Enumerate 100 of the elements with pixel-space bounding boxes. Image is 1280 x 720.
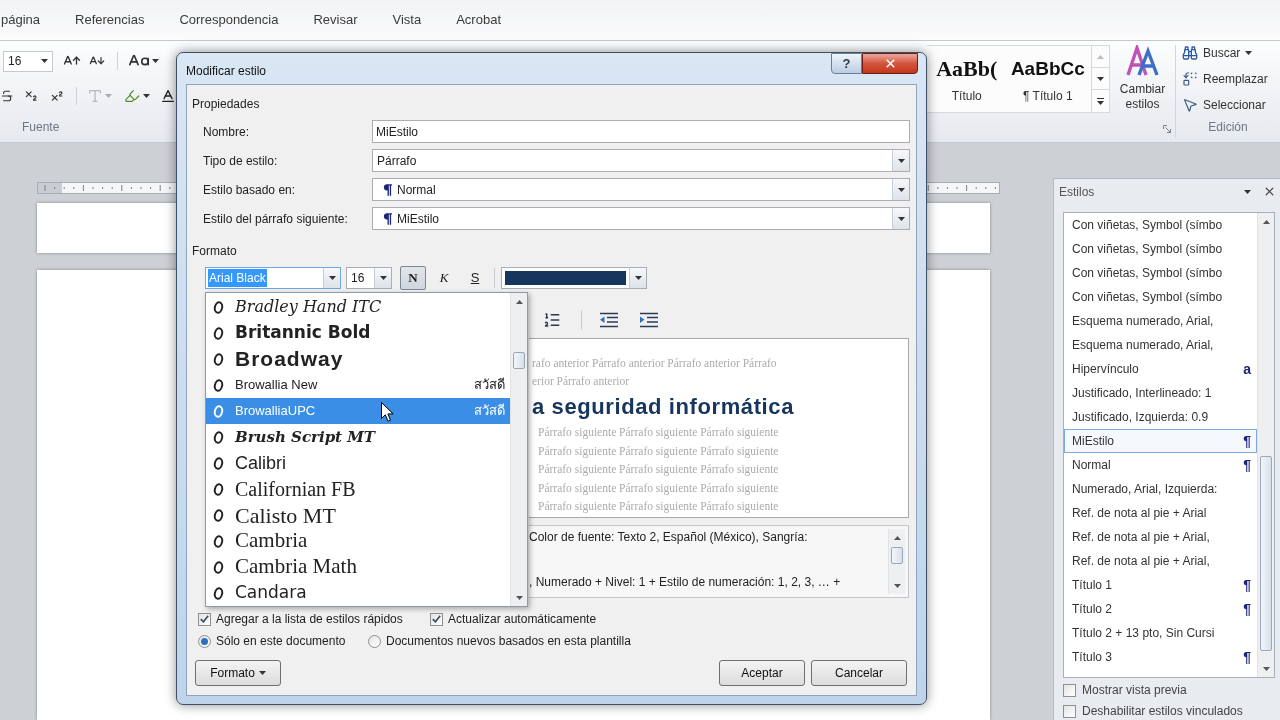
style-list-item[interactable]: Justificado, Interlineado: 1 [1064,381,1257,405]
font-list-scrollbar[interactable] [510,293,527,606]
format-toggle-button[interactable]: S [462,266,488,290]
style-list-scrollbar[interactable] [1257,213,1274,677]
ribbon-tab[interactable]: Acrobat [455,10,502,30]
style-list-item[interactable]: Hipervínculo a [1064,357,1257,381]
ribbon-command-button[interactable]: Buscar [1182,41,1280,65]
dialog-button[interactable]: Cancelar [811,660,907,686]
scrollbar-thumb[interactable] [513,352,525,369]
checkbox[interactable] [1063,683,1076,697]
style-name-label[interactable]: Título [951,87,982,105]
style-list-item[interactable]: Ref. de nota al pie + Arial, [1064,549,1257,573]
font-list-item[interactable]: Browallia New สวัสดี [206,372,511,398]
font-list-item[interactable]: Britannic Bold [206,320,511,346]
dropdown-button[interactable] [374,268,391,288]
style-sample-text[interactable]: AaBbCc [1010,46,1085,82]
style-list-item[interactable]: Título 2 + 13 pto, Sin Cursi [1064,621,1257,645]
font-list-item[interactable]: Calibri [206,450,511,476]
style-name-label[interactable]: ¶ Título 1 [1023,87,1073,105]
dropdown-button[interactable] [629,268,646,288]
ribbon-tab[interactable]: Referencias [74,10,146,30]
checkbox[interactable] [1063,704,1076,718]
font-list-item[interactable]: Cambria Math [206,554,511,580]
preview-text: Párrafo siguiente Párrafo siguiente Párrafo siguiente [538,462,780,478]
close-icon[interactable] [1263,185,1276,198]
style-list-item[interactable]: Justificado, Izquierda: 0.9 [1064,405,1257,429]
font-color-icon[interactable] [159,87,176,105]
style-list-item[interactable]: Con viñetas, Symbol (símbo [1064,213,1257,237]
style-list-item[interactable]: Con viñetas, Symbol (símbo [1064,285,1257,309]
dropdown-field[interactable]: Normal [372,178,910,201]
dropdown-button[interactable] [323,268,340,288]
font-list-item[interactable]: Bradley Hand ITC [206,294,511,320]
dropdown-button[interactable] [892,208,909,229]
style-list-item[interactable]: Ref. de nota al pie + Arial [1064,501,1257,525]
group-label: Edición [1207,119,1249,136]
style-list-item[interactable]: MiEstilo ¶ [1064,429,1257,453]
description-scrollbar[interactable] [888,529,905,594]
strikethrough-icon[interactable] [0,88,15,104]
preview-sample-text: a seguridad informática [532,394,795,420]
ribbon-tab[interactable]: página [0,10,42,30]
subscript-icon[interactable] [24,88,39,104]
font-list-item[interactable]: Cambria [206,528,511,554]
style-list-item[interactable]: Ref. de nota al pie + Arial, [1064,525,1257,549]
style-list-item[interactable]: Numerado, Arial, Izquierda: [1064,477,1257,501]
font-type-icon [213,378,224,392]
style-list-item[interactable]: Con viñetas, Symbol (símbo [1064,237,1257,261]
style-list-item[interactable]: Esquema numerado, Arial, [1064,333,1257,357]
close-button[interactable] [862,53,918,74]
scrollbar-thumb[interactable] [891,547,903,564]
superscript-icon[interactable] [49,88,64,104]
ribbon-tab[interactable]: Correspondencia [178,10,280,30]
radio-button[interactable] [198,634,211,648]
caret-icon [634,276,642,280]
font-sample-text: สวัสดี [474,402,506,421]
indent-decrease-icon[interactable] [600,312,618,328]
font-size-field[interactable]: 16 [3,50,53,72]
style-list-item[interactable]: Título 1 ¶ [1064,573,1257,597]
paragraph-mark-icon [383,183,392,196]
change-styles-button[interactable]: Cambiar estilos [1112,45,1173,112]
section-heading: Propiedades [192,96,261,112]
caret-icon [328,276,336,280]
ribbon-tab[interactable]: Revisar [312,10,359,30]
radio-button[interactable] [368,634,381,648]
font-list-item[interactable]: Candara [206,580,511,606]
caret-icon [1097,54,1105,59]
indent-increase-icon[interactable] [640,312,658,328]
font-list-item[interactable]: Californian FB [206,476,511,502]
style-list-item[interactable]: Con viñetas, Symbol (símbo [1064,261,1257,285]
format-toggle-button[interactable]: N [400,266,426,290]
dialog-button[interactable]: Formato [195,660,281,686]
caret-icon [897,158,905,163]
dropdown-field[interactable]: MiEstilo [372,207,910,230]
style-type-mark: ¶ [1243,458,1251,472]
style-list-item[interactable]: Normal ¶ [1064,453,1257,477]
font-type-icon [213,326,224,340]
dropdown-field[interactable]: Párrafo [372,149,910,172]
style-sample-text[interactable]: AaBb( [936,46,998,82]
font-list-item[interactable]: Calisto MT [206,502,511,528]
help-button[interactable]: ? [831,53,862,74]
checkbox[interactable] [198,612,211,626]
style-list-item[interactable]: Título 2 ¶ [1064,597,1257,621]
dropdown-button[interactable] [892,179,909,200]
style-list-item[interactable]: Esquema numerado, Arial, [1064,309,1257,333]
dropdown-button[interactable] [892,150,909,171]
scrollbar-thumb[interactable] [1260,456,1272,651]
font-list-item[interactable]: Broadway [206,346,511,372]
numbered-list-icon[interactable] [543,311,561,329]
dialog-button[interactable]: Aceptar [719,660,805,686]
text-field[interactable]: MiEstilo [372,120,910,143]
ribbon-command-button[interactable]: Reemplazar [1182,67,1280,91]
highlighter-icon[interactable] [123,87,140,105]
font-color-combobox[interactable] [501,267,647,289]
font-size-combobox[interactable]: 16 [346,267,392,289]
style-list-item[interactable]: Título 3 ¶ [1064,645,1257,669]
font-list-item[interactable]: Brush Script MT [206,424,511,450]
ribbon-command-button[interactable]: Seleccionar [1182,93,1280,117]
checkbox[interactable] [430,612,443,626]
dialog-launcher-icon[interactable] [1163,125,1171,133]
ribbon-tab[interactable]: Vista [391,10,423,30]
format-toggle-button[interactable]: K [431,266,457,290]
